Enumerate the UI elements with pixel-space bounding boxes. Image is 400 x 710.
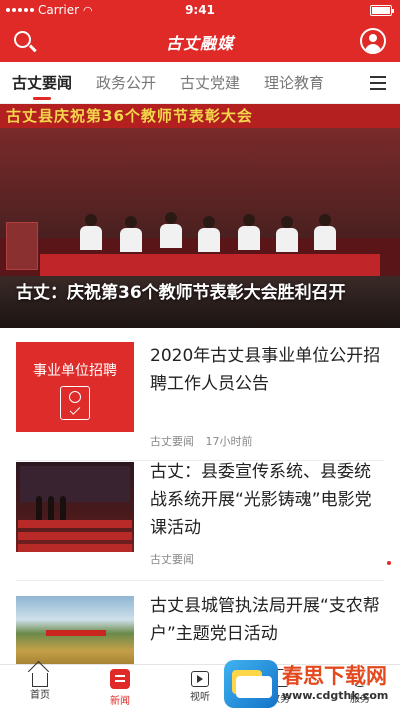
divider <box>16 580 384 581</box>
banner-backdrop-text: 古丈县庆祝第36个教师节表彰大会 <box>0 104 400 128</box>
watermark-url: www.cdgthk.com <box>282 689 389 702</box>
tab-theory-education[interactable]: 理论教育 <box>252 62 336 104</box>
home-icon <box>32 673 48 687</box>
video-icon <box>191 671 209 687</box>
farm-event-thumbnail <box>16 596 134 664</box>
banner-person <box>120 216 142 252</box>
app-header: 古丈融媒 <box>0 20 400 62</box>
user-profile-icon[interactable] <box>360 28 386 54</box>
indicator-dot <box>387 561 391 565</box>
banner-person <box>314 214 336 250</box>
person-check-icon <box>60 386 90 420</box>
status-time: 9:41 <box>185 3 215 17</box>
featured-banner[interactable]: 古丈县庆祝第36个教师节表彰大会 古丈：庆祝第36个教师节表彰大会胜利召开 <box>0 104 400 328</box>
category-tabs: 古丈要闻 政务公开 古丈党建 理论教育 <box>0 62 400 104</box>
nav-news[interactable]: 新闻 <box>80 669 160 707</box>
status-bar: Carrier ◠ 9:41 <box>0 0 400 20</box>
banner-person <box>80 214 102 250</box>
news-item[interactable]: 事业单位招聘 2020年古丈县事业单位公开招聘工作人员公告 古丈要闻 17小时前 <box>0 342 400 462</box>
news-meta: 古丈要闻 <box>150 551 194 567</box>
watermark-brand: 春思下载网 <box>282 664 387 688</box>
tab-party-building[interactable]: 古丈党建 <box>168 62 252 104</box>
news-meta: 古丈要闻 17小时前 <box>150 433 253 449</box>
tab-guzhang-news[interactable]: 古丈要闻 <box>0 62 84 104</box>
news-item[interactable]: 古丈：县委宣传系统、县委统战系统开展“光影铸魂”电影党课活动 古丈要闻 <box>0 462 400 592</box>
banner-podium <box>6 222 38 270</box>
news-item[interactable]: 古丈县城管执法局开展“支农帮户”主题党日活动 <box>0 594 400 664</box>
banner-person <box>160 212 182 248</box>
site-watermark: 春思下载网 www.cdgthk.com <box>224 656 400 710</box>
banner-person <box>276 216 298 252</box>
banner-person <box>238 214 260 250</box>
recruitment-thumbnail: 事业单位招聘 <box>16 342 134 432</box>
nav-label: 新闻 <box>110 696 130 707</box>
news-title[interactable]: 古丈县城管执法局开展“支农帮户”主题党日活动 <box>150 592 386 648</box>
nav-home[interactable]: 首页 <box>0 669 80 701</box>
banner-person <box>198 216 220 252</box>
film-event-thumbnail <box>16 462 134 552</box>
watermark-logo-icon <box>224 660 278 708</box>
news-source: 古丈要闻 <box>150 553 194 566</box>
nav-label: 首页 <box>30 690 50 701</box>
tab-government-affairs[interactable]: 政务公开 <box>84 62 168 104</box>
banner-caption[interactable]: 古丈：庆祝第36个教师节表彰大会胜利召开 <box>16 278 392 303</box>
menu-icon[interactable] <box>370 76 386 90</box>
news-title[interactable]: 古丈：县委宣传系统、县委统战系统开展“光影铸魂”电影党课活动 <box>150 458 386 542</box>
thumbnail-label: 事业单位招聘 <box>33 363 117 379</box>
news-time: 17小时前 <box>205 435 253 448</box>
news-source: 古丈要闻 <box>150 435 194 448</box>
app-logo: 古丈融媒 <box>165 34 234 53</box>
news-icon <box>110 669 130 689</box>
battery-icon <box>370 5 394 16</box>
news-title[interactable]: 2020年古丈县事业单位公开招聘工作人员公告 <box>150 342 386 398</box>
